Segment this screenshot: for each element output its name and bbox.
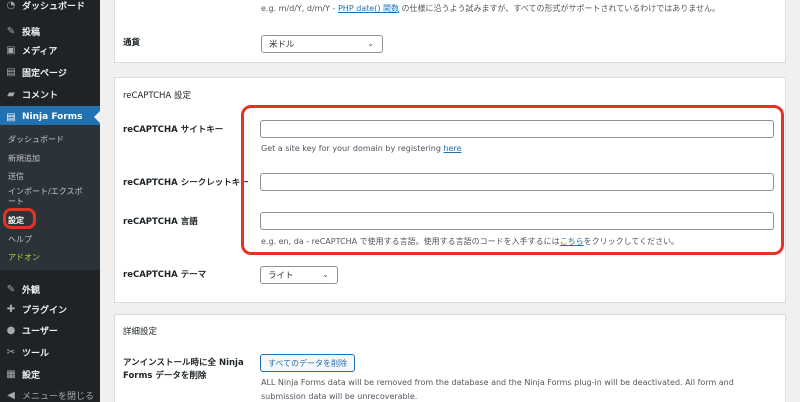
language-hint: e.g. en, da - reCAPTCHA で使用する言語。使用する言語のコ… bbox=[261, 236, 679, 247]
sidebar-item-label: 設定 bbox=[22, 370, 41, 381]
theme-select[interactable]: ライト ⌄ bbox=[260, 266, 338, 284]
appearance-icon: ✎ bbox=[6, 283, 16, 295]
language-codes-link[interactable]: こちら bbox=[560, 237, 584, 246]
recaptcha-settings-card: reCAPTCHA 設定 reCAPTCHA サイトキー Get a site … bbox=[114, 77, 786, 303]
sidebar-item-plugins[interactable]: ✚ プラグイン bbox=[0, 298, 100, 320]
sidebar-item-appearance[interactable]: ✎ 外観 bbox=[0, 278, 100, 300]
ninja-forms-submenu: ダッシュボード 新規追加 送信 インポート/エクスポ ート 設定 ヘルプ アドオ… bbox=[0, 125, 100, 270]
site-key-label: reCAPTCHA サイトキー bbox=[123, 125, 224, 135]
submenu-item-import-export[interactable]: インポート/エクスポ ート bbox=[8, 187, 82, 207]
date-hint-text-2: の仕様に沿うよう試みますが、すべての形式がサポートされているわけではありません。 bbox=[399, 4, 721, 13]
sidebar-item-label: コメント bbox=[22, 90, 59, 101]
plugin-icon: ✚ bbox=[6, 303, 16, 315]
language-hint-text: e.g. en, da - reCAPTCHA で使用する言語。使用する言語のコ… bbox=[261, 237, 560, 246]
sidebar-item-label: プラグイン bbox=[22, 305, 68, 316]
chevron-down-icon: ⌄ bbox=[322, 270, 329, 279]
sidebar-item-comments[interactable]: ▰ コメント bbox=[0, 83, 100, 105]
dashboard-icon: ◔ bbox=[6, 0, 16, 11]
advanced-settings-card: 詳細設定 アンインストール時に全 Ninja Forms データを削除 すべての… bbox=[114, 314, 786, 402]
language-label: reCAPTCHA 言語 bbox=[123, 217, 198, 227]
admin-sidebar: ◔ ダッシュボード ✎ 投稿 ▣ メディア ▤ 固定ページ ▰ コメント ▤ N… bbox=[0, 0, 100, 402]
uninstall-desc-line-2: submission data will be unrecoverable. bbox=[261, 392, 418, 401]
submenu-item-addons[interactable]: アドオン bbox=[8, 253, 40, 263]
date-format-hint: e.g. m/d/Y, d/m/Y - PHP date() 関数 の仕様に沿う… bbox=[261, 3, 720, 14]
advanced-section-title: 詳細設定 bbox=[123, 327, 158, 337]
uninstall-label: アンインストール時に全 Ninja Forms データを削除 bbox=[123, 358, 244, 381]
secret-key-label: reCAPTCHA シークレットキー bbox=[123, 178, 249, 188]
date-hint-text: e.g. m/d/Y, d/m/Y - bbox=[261, 4, 338, 13]
secret-key-input[interactable] bbox=[260, 173, 774, 191]
submenu-item-help[interactable]: ヘルプ bbox=[8, 235, 32, 245]
media-icon: ▣ bbox=[6, 44, 16, 56]
theme-value: ライト bbox=[268, 271, 294, 281]
submenu-item-add-new[interactable]: 新規追加 bbox=[8, 154, 40, 164]
php-date-link[interactable]: PHP date() 関数 bbox=[338, 4, 399, 13]
pin-icon: ✎ bbox=[6, 25, 16, 37]
chevron-down-icon: ⌄ bbox=[367, 39, 374, 48]
collapse-icon: ◀ bbox=[7, 389, 15, 401]
main-content: e.g. m/d/Y, d/m/Y - PHP date() 関数 の仕様に沿う… bbox=[100, 0, 800, 402]
sidebar-item-label: 外観 bbox=[22, 285, 41, 296]
sidebar-item-users[interactable]: ● ユーザー bbox=[0, 319, 100, 341]
sidebar-item-label: メディア bbox=[22, 46, 58, 57]
uninstall-desc-line-1: ALL Ninja Forms data will be removed fro… bbox=[261, 378, 734, 387]
sidebar-item-settings[interactable]: ▦ 設定 bbox=[0, 363, 100, 385]
submenu-item-dashboard[interactable]: ダッシュボード bbox=[8, 135, 64, 145]
page-icon: ▤ bbox=[6, 66, 16, 78]
delete-all-data-button[interactable]: すべてのデータを削除 bbox=[260, 354, 355, 372]
language-input[interactable] bbox=[260, 212, 774, 230]
sidebar-item-label: ユーザー bbox=[22, 326, 58, 337]
collapse-menu-button[interactable]: ◀ メニューを閉じる bbox=[0, 384, 100, 402]
sidebar-item-tools[interactable]: ✂ ツール bbox=[0, 341, 100, 363]
language-hint-text-2: をクリックしてください。 bbox=[583, 237, 680, 246]
sidebar-item-pages[interactable]: ▤ 固定ページ bbox=[0, 61, 100, 83]
sidebar-item-media[interactable]: ▣ メディア bbox=[0, 39, 100, 61]
sidebar-item-label: 投稿 bbox=[22, 27, 41, 38]
user-icon: ● bbox=[6, 324, 16, 336]
currency-select[interactable]: 米ドル ⌄ bbox=[261, 35, 383, 53]
currency-value: 米ドル bbox=[269, 40, 295, 50]
currency-label: 通貨 bbox=[123, 38, 141, 48]
forms-icon: ▤ bbox=[6, 111, 16, 123]
register-here-link[interactable]: here bbox=[443, 144, 461, 153]
sidebar-item-label: 固定ページ bbox=[22, 68, 67, 79]
submenu-item-submissions[interactable]: 送信 bbox=[8, 172, 24, 182]
sidebar-item-label: Ninja Forms bbox=[22, 112, 83, 122]
site-key-hint-text: Get a site key for your domain by regist… bbox=[261, 144, 444, 153]
tools-icon: ✂ bbox=[6, 346, 16, 358]
sidebar-item-dashboard[interactable]: ◔ ダッシュボード bbox=[0, 0, 100, 16]
recaptcha-section-title: reCAPTCHA 設定 bbox=[123, 91, 191, 101]
settings-icon: ▦ bbox=[6, 368, 16, 380]
sidebar-item-label: ツール bbox=[22, 348, 50, 359]
comment-icon: ▰ bbox=[7, 88, 15, 100]
site-key-hint: Get a site key for your domain by regist… bbox=[261, 144, 462, 153]
general-settings-card: e.g. m/d/Y, d/m/Y - PHP date() 関数 の仕様に沿う… bbox=[114, 0, 786, 63]
theme-label: reCAPTCHA テーマ bbox=[123, 270, 207, 280]
sidebar-item-label: メニューを閉じる bbox=[22, 391, 95, 402]
sidebar-item-label: ダッシュボード bbox=[22, 1, 86, 12]
site-key-input[interactable] bbox=[260, 120, 774, 138]
settings-highlight-circle bbox=[3, 208, 36, 229]
